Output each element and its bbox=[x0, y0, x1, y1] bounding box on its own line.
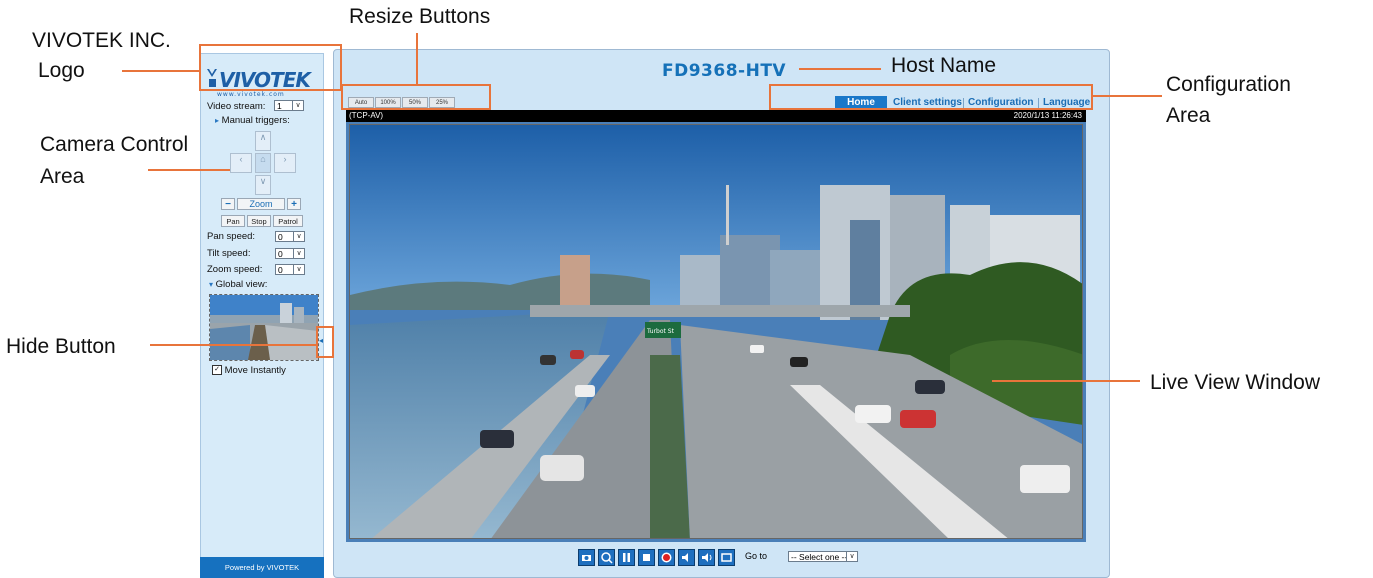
home-icon: ⌂ bbox=[260, 154, 266, 164]
callout-live: Live View Window bbox=[1150, 371, 1321, 394]
stop-button[interactable]: Stop bbox=[247, 215, 271, 227]
move-instantly-option[interactable]: ✓ Move Instantly bbox=[212, 365, 286, 376]
callout-hide: Hide Button bbox=[6, 335, 116, 358]
tilt-speed-value: 0 bbox=[278, 249, 283, 259]
video-timestamp: 2020/1/13 11:26:43 bbox=[1013, 111, 1082, 120]
callout-resize-leader bbox=[416, 33, 418, 85]
patrol-button[interactable]: Patrol bbox=[273, 215, 303, 227]
manual-triggers-toggle[interactable]: ▸ Manual triggers: bbox=[215, 115, 290, 126]
pause-icon[interactable] bbox=[618, 549, 635, 566]
callout-resize-box bbox=[341, 84, 491, 110]
callout-camera-leader bbox=[148, 169, 230, 171]
callout-host: Host Name bbox=[891, 54, 997, 77]
stop-icon[interactable] bbox=[638, 549, 655, 566]
logo-subtext: www.vivotek.com bbox=[217, 91, 285, 98]
goto-label: Go to bbox=[745, 551, 768, 561]
record-icon[interactable] bbox=[658, 549, 675, 566]
home-button[interactable]: ⌂ bbox=[255, 153, 271, 173]
live-video-image: Turbot St bbox=[350, 125, 1082, 538]
zoom-label: Zoom bbox=[237, 198, 285, 210]
callout-live-leader bbox=[992, 380, 1140, 382]
video-status-bar: (TCP-AV) 2020/1/13 11:26:43 bbox=[346, 110, 1086, 122]
zoom-in-button[interactable]: + bbox=[287, 198, 301, 210]
callout-config-leader bbox=[1092, 95, 1162, 97]
callout-config-box bbox=[769, 84, 1093, 110]
ptz-pad: ∧ ∨ ‹ › ⌂ bbox=[230, 131, 298, 197]
sidebar-footer: Powered by VIVOTEK bbox=[200, 557, 324, 578]
video-stream-select[interactable]: 1 ∨ bbox=[274, 100, 304, 111]
goto-value: -- Select one -- bbox=[791, 552, 848, 562]
fullscreen-icon[interactable] bbox=[718, 549, 735, 566]
zoom-speed-select[interactable]: 0 ∨ bbox=[275, 264, 305, 275]
pan-speed-value: 0 bbox=[278, 232, 283, 242]
powered-by-text: Powered by VIVOTEK bbox=[224, 563, 300, 572]
zoom-out-button[interactable]: − bbox=[221, 198, 235, 210]
chevron-down-icon: ∨ bbox=[293, 265, 304, 274]
callout-config-line1: Configuration bbox=[1166, 73, 1291, 96]
pan-left-button[interactable]: ‹ bbox=[230, 153, 252, 173]
tilt-speed-label: Tilt speed: bbox=[207, 248, 251, 259]
callout-logo-line2: Logo bbox=[38, 59, 85, 82]
chevron-down-icon: ∨ bbox=[292, 101, 303, 110]
tilt-up-button[interactable]: ∧ bbox=[255, 131, 271, 151]
move-instantly-checkbox[interactable]: ✓ bbox=[212, 365, 222, 376]
manual-triggers-label: Manual triggers: bbox=[221, 115, 290, 126]
digital-zoom-icon[interactable] bbox=[598, 549, 615, 566]
stream-mode: (TCP-AV) bbox=[349, 111, 384, 120]
video-stream-value: 1 bbox=[277, 101, 282, 111]
global-view-thumbnail[interactable] bbox=[209, 294, 319, 361]
callout-camera-line1: Camera Control bbox=[40, 133, 189, 156]
global-view-label: Global view: bbox=[215, 279, 268, 290]
global-view-image bbox=[210, 295, 318, 360]
callout-camera-line2: Area bbox=[40, 165, 85, 188]
tilt-down-button[interactable]: ∨ bbox=[255, 175, 271, 195]
volume-icon[interactable] bbox=[678, 549, 695, 566]
goto-select[interactable]: -- Select one -- ∨ bbox=[788, 551, 858, 562]
road-sign-text: Turbot St bbox=[646, 328, 675, 335]
zoom-speed-label: Zoom speed: bbox=[207, 264, 263, 275]
chevron-down-icon: ∨ bbox=[846, 552, 857, 561]
callout-host-leader bbox=[799, 68, 881, 70]
video-stream-label: Video stream: bbox=[207, 101, 266, 112]
chevron-down-icon: ∨ bbox=[293, 232, 304, 241]
sidebar: VIVOTEK www.vivotek.com Video stream: 1 … bbox=[200, 53, 324, 578]
chevron-right-icon: ▸ bbox=[215, 116, 220, 125]
host-name: FD9368-HTV bbox=[662, 61, 787, 81]
mute-icon[interactable] bbox=[698, 549, 715, 566]
callout-config-line2: Area bbox=[1166, 104, 1211, 127]
chevron-down-icon: ▾ bbox=[209, 280, 214, 289]
callout-hide-leader bbox=[150, 344, 318, 346]
live-view-window[interactable]: (TCP-AV) 2020/1/13 11:26:43 Turbot St bbox=[346, 110, 1086, 542]
pan-button[interactable]: Pan bbox=[221, 215, 245, 227]
callout-resize: Resize Buttons bbox=[349, 5, 491, 28]
callout-logo-line1: VIVOTEK INC. bbox=[32, 29, 171, 52]
callout-logo-box bbox=[199, 44, 342, 91]
pan-speed-select[interactable]: 0 ∨ bbox=[275, 231, 305, 242]
tilt-speed-select[interactable]: 0 ∨ bbox=[275, 248, 305, 259]
chevron-down-icon: ∨ bbox=[293, 249, 304, 258]
snapshot-icon[interactable] bbox=[578, 549, 595, 566]
move-instantly-label: Move Instantly bbox=[224, 365, 286, 376]
callout-hide-box bbox=[316, 326, 334, 358]
zoom-speed-value: 0 bbox=[278, 265, 283, 275]
global-view-toggle[interactable]: ▾ Global view: bbox=[209, 279, 267, 290]
video-frame[interactable]: Turbot St bbox=[349, 124, 1083, 539]
pan-speed-label: Pan speed: bbox=[207, 231, 256, 242]
callout-logo-leader bbox=[122, 70, 200, 72]
pan-right-button[interactable]: › bbox=[274, 153, 296, 173]
